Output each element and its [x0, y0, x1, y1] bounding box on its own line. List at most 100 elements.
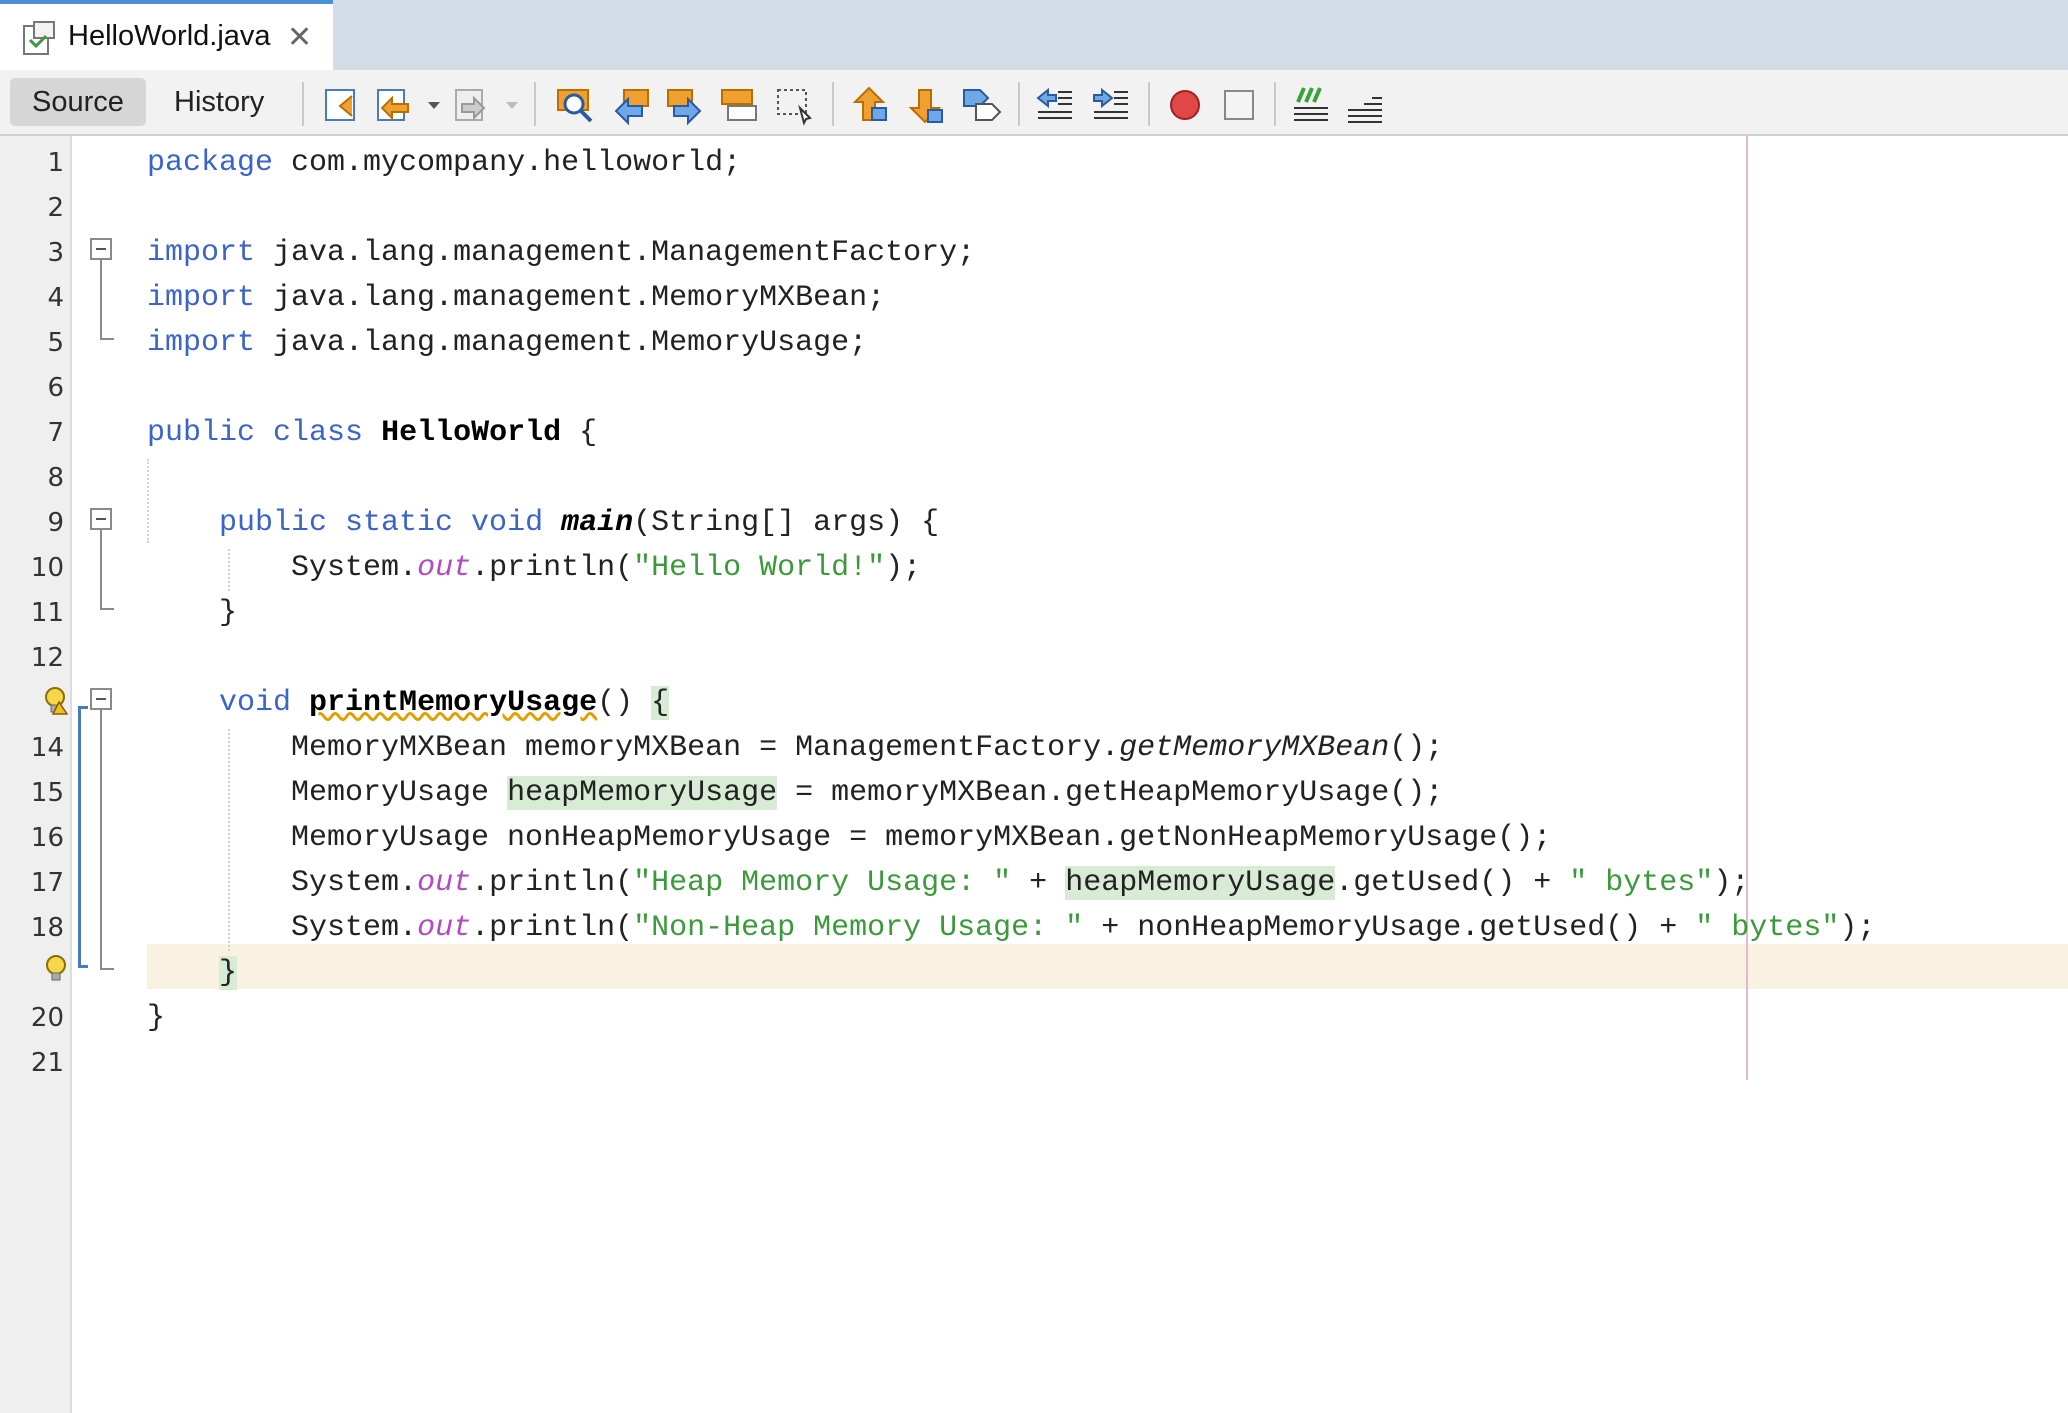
static-field: out — [417, 911, 472, 945]
string-literal: "Heap Memory Usage: " — [633, 866, 1012, 900]
code-line-13[interactable]: void printMemoryUsage() { — [147, 681, 670, 726]
line-number: 15 — [30, 778, 64, 808]
find-icon[interactable] — [556, 84, 598, 126]
code-line-11[interactable]: } — [147, 591, 237, 636]
editor-toolbar: Source History — [0, 70, 2068, 136]
keyword: package — [147, 146, 274, 180]
string-literal: " bytes" — [1569, 866, 1714, 900]
line-number: 11 — [30, 598, 64, 628]
close-icon[interactable]: ✕ — [287, 20, 312, 55]
code-text: ); — [1713, 866, 1750, 900]
next-bookmark-icon[interactable] — [904, 84, 946, 126]
class-name: HelloWorld — [381, 416, 562, 450]
method-name: printMemoryUsage — [309, 686, 598, 720]
toggle-highlight-icon[interactable] — [718, 84, 760, 126]
code-text: System. — [291, 866, 418, 900]
code-text: (); — [1389, 731, 1444, 765]
toolbar-separator — [302, 82, 304, 126]
toolbar-separator — [832, 82, 834, 126]
tab-title: HelloWorld.java — [68, 20, 271, 52]
code-line-9[interactable]: public static void main(String[] args) { — [147, 501, 939, 546]
string-literal: " bytes" — [1695, 911, 1840, 945]
tab-helloworld-java[interactable]: HelloWorld.java ✕ — [0, 0, 333, 70]
line-number: 8 — [47, 463, 64, 493]
line-number: 18 — [30, 913, 64, 943]
keyword: import — [147, 236, 256, 270]
code-line-14[interactable]: MemoryMXBean memoryMXBean = ManagementFa… — [147, 726, 1443, 771]
code-line-19[interactable]: } — [147, 951, 238, 996]
string-literal: "Hello World!" — [633, 551, 886, 585]
line-number: 21 — [30, 1048, 64, 1078]
code-text: ); — [885, 551, 922, 585]
code-line-15[interactable]: MemoryUsage heapMemoryUsage = memoryMXBe… — [147, 771, 1443, 816]
static-field: out — [417, 551, 472, 585]
back-icon[interactable] — [374, 84, 416, 126]
code-text: MemoryMXBean memoryMXBean = ManagementFa… — [147, 731, 1120, 765]
line-number: 16 — [30, 823, 64, 853]
code-line-4[interactable]: import java.lang.management.MemoryMXBean… — [147, 276, 885, 321]
uncomment-icon[interactable] — [1344, 84, 1386, 126]
code-line-10[interactable]: System.out.println("Hello World!"); — [147, 546, 921, 591]
toolbar-separator — [1018, 82, 1020, 126]
shift-right-icon[interactable] — [1090, 84, 1132, 126]
comment-icon[interactable] — [1290, 84, 1332, 126]
find-previous-icon[interactable] — [610, 84, 652, 126]
chevron-down-icon[interactable] — [500, 84, 524, 126]
start-macro-icon[interactable] — [1164, 84, 1206, 126]
last-edit-icon[interactable] — [320, 84, 362, 126]
code-line-3[interactable]: import java.lang.management.ManagementFa… — [147, 231, 975, 276]
code-line-1[interactable]: package com.mycompany.helloworld; — [147, 141, 741, 186]
line-number: 12 — [30, 643, 64, 673]
keyword: import — [147, 281, 256, 315]
line-number: 17 — [30, 868, 64, 898]
shift-left-icon[interactable] — [1034, 84, 1076, 126]
code-line-7[interactable]: public class HelloWorld { — [147, 411, 597, 456]
code-text: .println( — [471, 866, 634, 900]
code-text: System. — [291, 551, 418, 585]
keyword: void — [219, 686, 292, 720]
code-line-17[interactable]: System.out.println("Heap Memory Usage: "… — [147, 861, 1749, 906]
stop-macro-icon[interactable] — [1218, 84, 1260, 126]
forward-icon[interactable] — [452, 84, 494, 126]
static-method-call: getMemoryMXBean — [1119, 731, 1390, 765]
toggle-bookmark-icon[interactable] — [960, 84, 1002, 126]
static-field: out — [417, 866, 472, 900]
code-text: { — [561, 416, 598, 450]
find-next-icon[interactable] — [664, 84, 706, 126]
toggle-rectangular-selection-icon[interactable] — [774, 84, 816, 126]
chevron-down-icon[interactable] — [422, 84, 446, 126]
line-number: 14 — [30, 733, 64, 763]
code-line-16[interactable]: MemoryUsage nonHeapMemoryUsage = memoryM… — [147, 816, 1551, 861]
method-name: main — [561, 506, 634, 540]
line-number: 2 — [47, 193, 64, 223]
line-number: 1 — [47, 148, 64, 178]
keyword: public static void — [219, 506, 544, 540]
toolbar-separator — [534, 82, 536, 126]
code-text: java.lang.management.MemoryMXBean; — [255, 281, 886, 315]
lightbulb-icon[interactable] — [44, 954, 68, 984]
line-number: 7 — [47, 418, 64, 448]
highlighted-identifier: heapMemoryUsage — [507, 776, 778, 810]
toolbar-separator — [1274, 82, 1276, 126]
code-line-18[interactable]: System.out.println("Non-Heap Memory Usag… — [147, 906, 1875, 951]
previous-bookmark-icon[interactable] — [848, 84, 890, 126]
code-line-5[interactable]: import java.lang.management.MemoryUsage; — [147, 321, 867, 366]
code-line-20[interactable]: } — [147, 996, 165, 1041]
highlighted-identifier: heapMemoryUsage — [1065, 866, 1336, 900]
line-number: 9 — [47, 508, 64, 538]
matching-brace: { — [651, 686, 670, 720]
line-number: 20 — [30, 1003, 64, 1033]
warning-lightbulb-icon[interactable] — [44, 686, 68, 716]
history-button[interactable]: History — [152, 78, 286, 126]
code-text: MemoryUsage — [147, 776, 508, 810]
code-text: .getUsed() + — [1335, 866, 1570, 900]
toolbar-separator — [1148, 82, 1150, 126]
line-number: 5 — [47, 328, 64, 358]
source-button[interactable]: Source — [10, 78, 146, 126]
matching-brace: } — [219, 956, 238, 990]
java-file-icon — [23, 21, 55, 55]
